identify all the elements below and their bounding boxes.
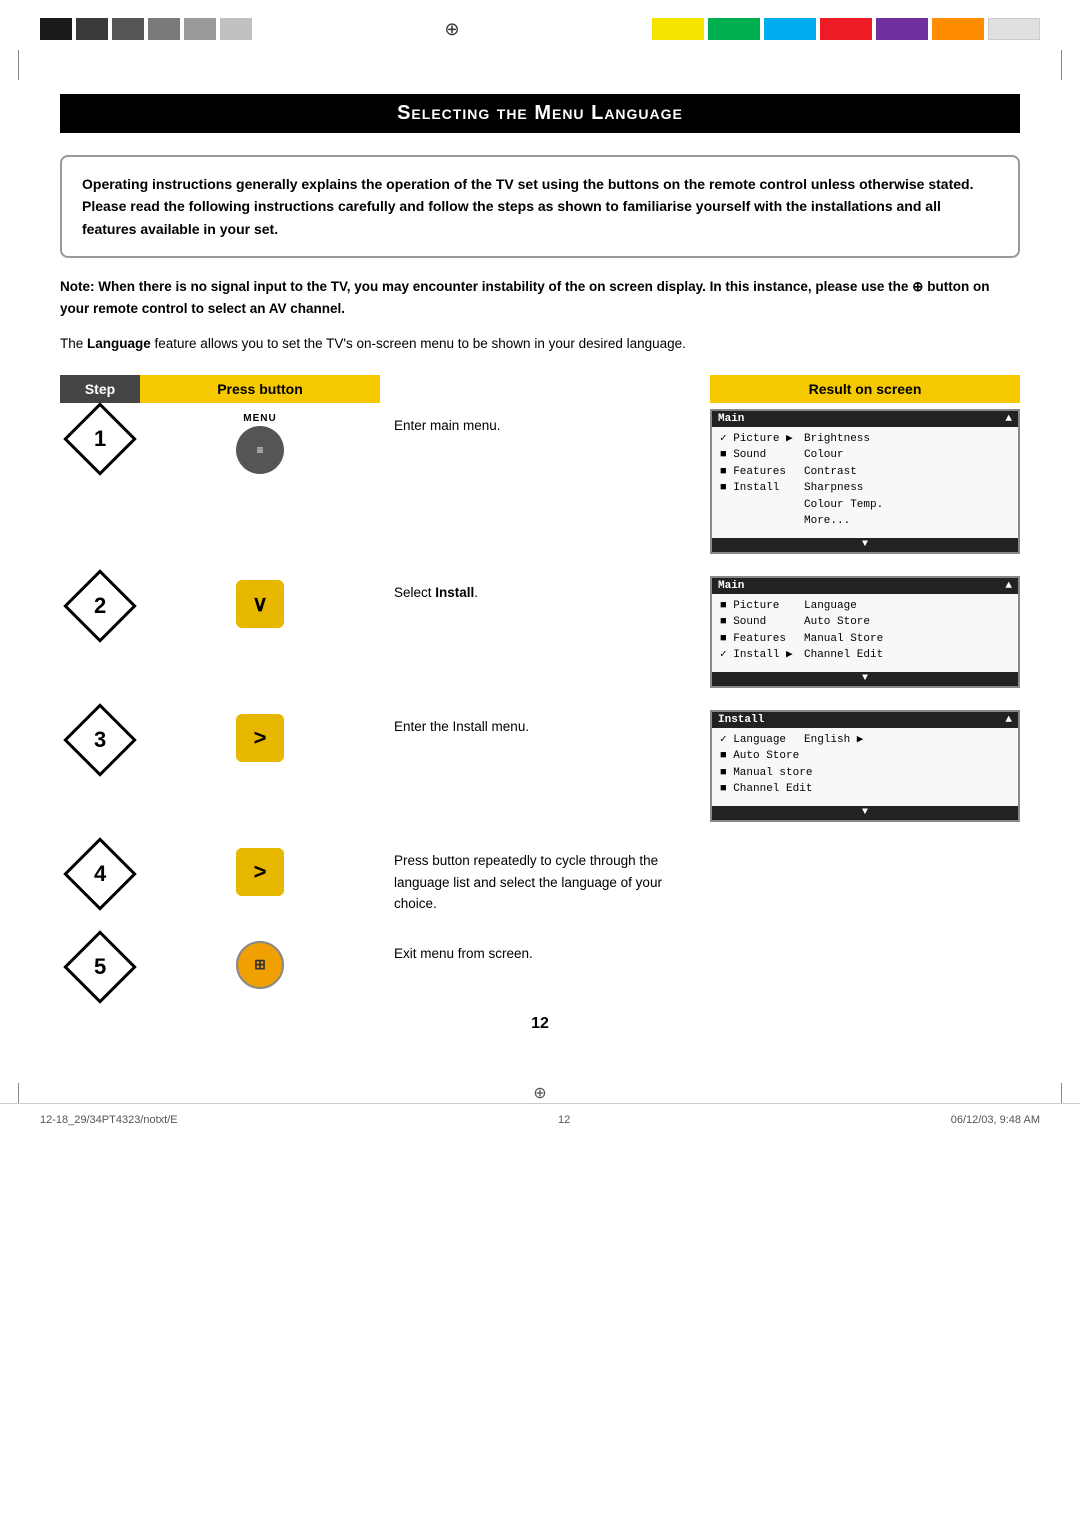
step-row-3: 3 > Enter the Install menu. Install▲ ✓ L…	[60, 710, 1020, 822]
exit-button[interactable]: ⊞	[236, 941, 284, 989]
tv-screen-3: Install▲ ✓ LanguageEnglish ▶ ■ Auto Stor…	[710, 710, 1020, 822]
footer-right: 06/12/03, 9:48 AM	[951, 1114, 1040, 1126]
tv-screen-2: Main▲ ■ PictureLanguage ■ SoundAuto Stor…	[710, 576, 1020, 688]
step-row-1: 1 MENU ≡ Enter main menu. Main▲ ✓ Pictur…	[60, 409, 1020, 554]
step-number-1: 1	[60, 409, 140, 465]
step-row-5: 5 ⊞ Exit menu from screen.	[60, 937, 1020, 993]
steps-header: Step Press button Result on screen	[60, 375, 1020, 403]
page-lines-top	[0, 50, 1080, 80]
page-number: 12	[60, 1015, 1020, 1033]
footer-left: 12-18_29/34PT4323/notxt/E	[40, 1114, 178, 1126]
main-content: Selecting the Menu Language Operating in…	[0, 84, 1080, 1083]
step-desc-4: Press button repeatedly to cycle through…	[380, 844, 710, 915]
note-paragraph: Note: When there is no signal input to t…	[60, 276, 1020, 319]
down-button[interactable]: ∨	[236, 580, 284, 628]
tv-screen-1: Main▲ ✓ Picture ▶Brightness ■ SoundColou…	[710, 409, 1020, 554]
language-paragraph: The Language feature allows you to set t…	[60, 333, 1020, 355]
step-result-3-4: Install▲ ✓ LanguageEnglish ▶ ■ Auto Stor…	[710, 710, 1020, 822]
step-button-col-4: >	[140, 844, 380, 896]
header-press-button: Press button	[140, 375, 380, 403]
step-button-col-2: ∨	[140, 576, 380, 628]
step-row-4: 4 > Press button repeatedly to cycle thr…	[60, 844, 1020, 915]
menu-button[interactable]: ≡	[236, 426, 284, 474]
header-result: Result on screen	[710, 375, 1020, 403]
step-number-2: 2	[60, 576, 140, 632]
step-desc-2: Select Install.	[380, 576, 710, 604]
step-number-5: 5	[60, 937, 140, 993]
step-desc-3: Enter the Install menu.	[380, 710, 710, 738]
step-button-col-3: >	[140, 710, 380, 762]
right-button-4[interactable]: >	[236, 848, 284, 896]
crosshair-top: ⊕	[444, 19, 459, 40]
page-footer: 12-18_29/34PT4323/notxt/E 12 06/12/03, 9…	[0, 1103, 1080, 1136]
intro-text: Operating instructions generally explain…	[82, 176, 973, 237]
footer-center: 12	[558, 1114, 570, 1126]
step-button-col-5: ⊞	[140, 937, 380, 989]
step-result-2: Main▲ ■ PictureLanguage ■ SoundAuto Stor…	[710, 576, 1020, 688]
page-title: Selecting the Menu Language	[60, 94, 1020, 133]
intro-box: Operating instructions generally explain…	[60, 155, 1020, 258]
menu-label: MENU	[243, 413, 276, 424]
bw-swatches	[40, 18, 252, 40]
step-result-1: Main▲ ✓ Picture ▶Brightness ■ SoundColou…	[710, 409, 1020, 554]
step-row-2: 2 ∨ Select Install. Main▲ ■ PictureLangu…	[60, 576, 1020, 688]
step-button-col-1: MENU ≡	[140, 409, 380, 474]
top-bar: ⊕	[0, 0, 1080, 50]
header-step: Step	[60, 375, 140, 403]
step-number-4: 4	[60, 844, 140, 900]
step-desc-5: Exit menu from screen.	[380, 937, 710, 965]
step-desc-1: Enter main menu.	[380, 409, 710, 437]
page-lines-bottom: ⊕	[0, 1083, 1080, 1103]
step-number-3: 3	[60, 710, 140, 766]
right-button-3[interactable]: >	[236, 714, 284, 762]
rgb-swatches	[652, 18, 1040, 40]
